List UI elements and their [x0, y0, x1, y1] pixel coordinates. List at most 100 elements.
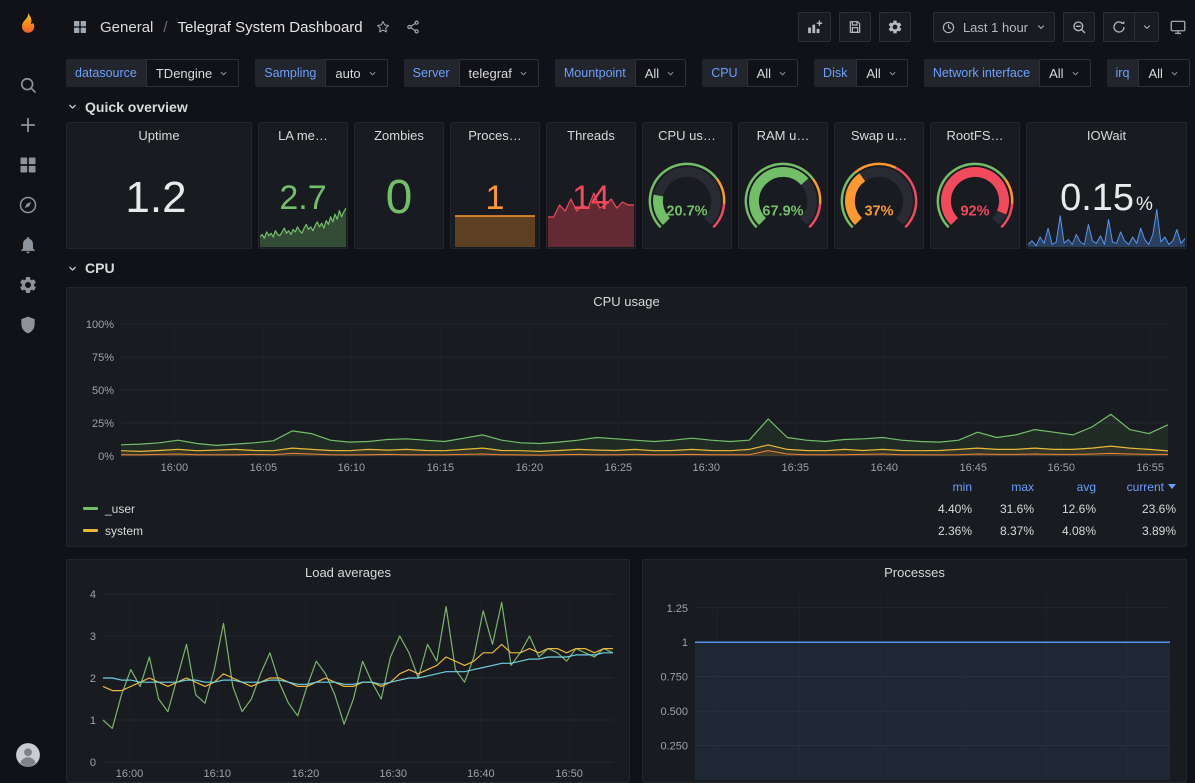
panel-title[interactable]: Uptime: [67, 123, 251, 149]
search-icon: [18, 75, 38, 95]
svg-text:16:05: 16:05: [250, 462, 278, 474]
user-avatar-button[interactable]: [15, 742, 41, 768]
panel-title[interactable]: RAM u…: [739, 123, 827, 149]
variable-value: All: [645, 66, 659, 81]
svg-text:16:15: 16:15: [427, 462, 455, 474]
variable-value-dropdown[interactable]: All: [1138, 59, 1189, 87]
chevron-down-icon: [777, 68, 788, 79]
breadcrumb-folder[interactable]: General: [100, 19, 153, 36]
zoom-out-time-button[interactable]: [1063, 12, 1095, 42]
svg-text:16:20: 16:20: [292, 768, 320, 780]
legend-row-iowait: iowait 0.626% 4.11% 1.19% 1.24%: [67, 542, 1186, 546]
time-range-picker[interactable]: Last 1 hour: [933, 12, 1055, 42]
sidebar-item-explore[interactable]: [0, 185, 56, 225]
panel-title[interactable]: Threads: [547, 123, 635, 149]
ram-usage-gauge: 67.9%: [739, 149, 827, 249]
variable-value-dropdown[interactable]: All: [1039, 59, 1090, 87]
rootfs-usage-gauge: 92%: [931, 149, 1019, 249]
legend-sort-current[interactable]: current: [1127, 480, 1176, 494]
variable-value-dropdown[interactable]: auto: [325, 59, 387, 87]
compass-icon: [18, 195, 38, 215]
variable-value: All: [1148, 66, 1162, 81]
cpu-usage-chart[interactable]: 0%25%50%75%100%16:0016:0516:1016:1516:20…: [75, 316, 1178, 476]
panel-title[interactable]: IOWait: [1027, 123, 1186, 149]
grafana-flame-icon: [13, 11, 43, 41]
panel-title[interactable]: Zombies: [355, 123, 443, 149]
refresh-interval-dropdown[interactable]: [1135, 12, 1159, 42]
refresh-dashboard-button[interactable]: [1103, 12, 1135, 42]
shield-icon: [18, 315, 38, 335]
sidebar-item-search[interactable]: [0, 65, 56, 105]
variable-label: datasource: [66, 59, 146, 87]
chevron-down-icon: [1141, 21, 1153, 33]
panel-ram-usage-gauge: RAM u… 67.9%: [738, 122, 828, 250]
sidebar-item-create[interactable]: [0, 105, 56, 145]
legend-sort-min[interactable]: min: [910, 480, 972, 494]
dashboard-grid-icon[interactable]: [70, 17, 90, 37]
legend-series-label[interactable]: system: [83, 524, 910, 538]
svg-text:3: 3: [90, 631, 96, 643]
variable-value-dropdown[interactable]: TDengine: [146, 59, 239, 87]
load-average-value: 2.7: [259, 149, 347, 249]
svg-text:16:55: 16:55: [1136, 462, 1164, 474]
sidebar-item-configuration[interactable]: [0, 265, 56, 305]
star-dashboard-button[interactable]: [373, 17, 393, 37]
add-panel-button[interactable]: [798, 12, 831, 42]
panel-rootfs-gauge: RootFS… 92%: [930, 122, 1020, 250]
variable-chip-server: Server telegraf: [404, 59, 539, 87]
sidebar-item-server-admin[interactable]: [0, 305, 56, 345]
grafana-logo[interactable]: [13, 11, 43, 41]
svg-text:16:35: 16:35: [782, 462, 810, 474]
legend-sort-max[interactable]: max: [972, 480, 1034, 494]
panel-title[interactable]: Swap u…: [835, 123, 923, 149]
panel-load-averages: Load averages 0123416:0016:1016:2016:301…: [66, 559, 630, 783]
variable-value: TDengine: [156, 66, 212, 81]
processes-chart[interactable]: 0.2500.5000.75011.25: [649, 586, 1180, 782]
row-header-quick-overview[interactable]: Quick overview: [66, 94, 1187, 120]
panel-title[interactable]: Load averages: [67, 560, 629, 586]
bottom-row: Load averages 0123416:0016:1016:2016:301…: [66, 559, 1187, 783]
svg-text:20.7%: 20.7%: [666, 203, 707, 219]
legend-avg: 4.08%: [1034, 524, 1096, 538]
panel-title[interactable]: LA me…: [259, 123, 347, 149]
sidebar-item-dashboards[interactable]: [0, 145, 56, 185]
chevron-down-icon: [66, 100, 79, 113]
variable-label: Sampling: [255, 59, 325, 87]
panel-title[interactable]: CPU us…: [643, 123, 731, 149]
svg-text:16:50: 16:50: [1047, 462, 1075, 474]
legend-header: min max avg current: [67, 476, 1186, 498]
panel-title[interactable]: Proces…: [451, 123, 539, 149]
legend-series-label[interactable]: _user: [83, 502, 910, 516]
svg-text:0.500: 0.500: [660, 706, 688, 718]
panel-zombies: Zombies 0: [354, 122, 444, 250]
clock-icon: [941, 20, 956, 35]
variable-value-dropdown[interactable]: telegraf: [459, 59, 539, 87]
legend-sort-avg[interactable]: avg: [1034, 480, 1096, 494]
load-averages-chart[interactable]: 0123416:0016:1016:2016:3016:4016:50: [73, 586, 623, 782]
variable-value-dropdown[interactable]: All: [747, 59, 798, 87]
panel-cpu-usage-gauge: CPU us… 20.7%: [642, 122, 732, 250]
share-dashboard-button[interactable]: [403, 17, 423, 37]
panel-processes: Processes 0.2500.5000.75011.25: [642, 559, 1187, 783]
panel-title[interactable]: Processes: [643, 560, 1186, 586]
variable-value-dropdown[interactable]: All: [635, 59, 686, 87]
sidebar-item-alerting[interactable]: [0, 225, 56, 265]
panel-iowait: IOWait 0.15%: [1026, 122, 1187, 250]
svg-text:75%: 75%: [92, 352, 114, 364]
panel-title[interactable]: CPU usage: [67, 288, 1186, 316]
save-dashboard-button[interactable]: [839, 12, 871, 42]
svg-text:1.25: 1.25: [667, 603, 688, 615]
panel-processes-stat: Proces… 1: [450, 122, 540, 250]
row-header-cpu[interactable]: CPU: [66, 255, 1187, 281]
svg-text:16:00: 16:00: [116, 768, 144, 780]
variable-value: All: [866, 66, 880, 81]
refresh-split-button: [1103, 12, 1159, 42]
svg-text:100%: 100%: [86, 319, 114, 331]
dashboard-settings-button[interactable]: [879, 12, 911, 42]
grafana-app: General / Telegraf System Dashboard: [0, 0, 1195, 783]
variable-value-dropdown[interactable]: All: [856, 59, 907, 87]
variable-chip-cpu: CPU All: [702, 59, 798, 87]
panel-title[interactable]: RootFS…: [931, 123, 1019, 149]
legend-current: 3.89%: [1096, 524, 1176, 538]
tv-mode-button[interactable]: [1167, 16, 1189, 38]
